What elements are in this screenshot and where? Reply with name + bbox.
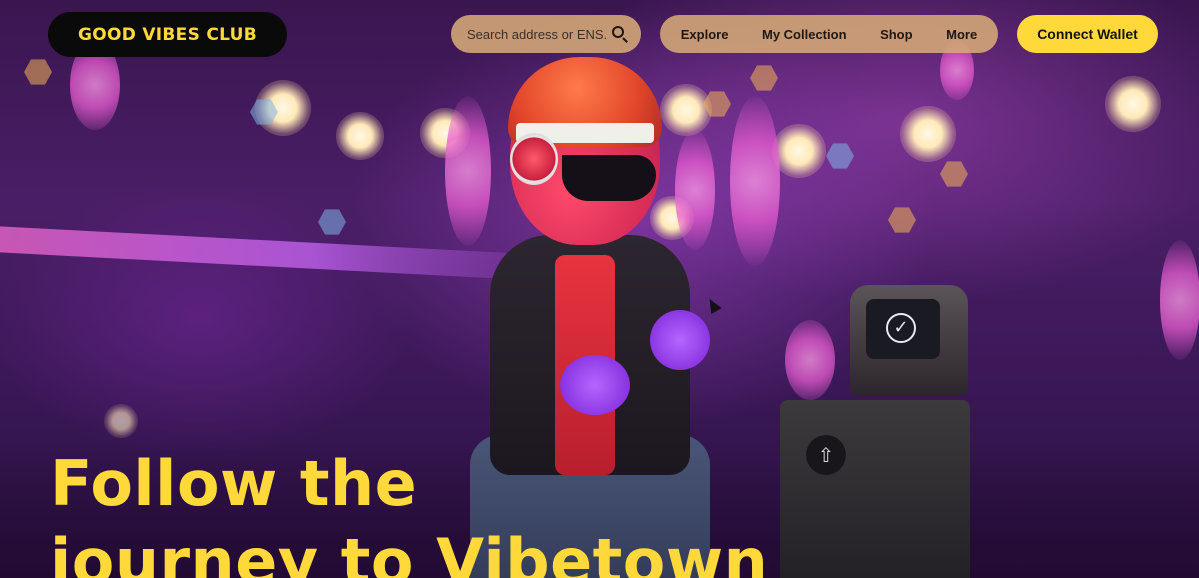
search-bar[interactable] bbox=[451, 15, 641, 53]
nav-my-collection[interactable]: My Collection bbox=[756, 27, 853, 42]
bokeh-light bbox=[772, 124, 826, 178]
main-nav: Explore My Collection Shop More bbox=[660, 15, 998, 53]
stage-rail bbox=[0, 226, 520, 280]
headphone-icon bbox=[510, 133, 558, 185]
checkmark-icon: ✓ bbox=[886, 313, 916, 343]
headline-line-1: Follow the bbox=[50, 447, 418, 520]
character-hand bbox=[560, 355, 630, 415]
site-logo[interactable]: GOOD VIBES CLUB bbox=[48, 12, 287, 57]
bokeh-light bbox=[1105, 76, 1161, 132]
bokeh-light bbox=[104, 404, 138, 438]
character-hand bbox=[650, 310, 710, 370]
nav-more[interactable]: More bbox=[940, 27, 983, 42]
bokeh-light bbox=[336, 112, 384, 160]
hexagon-decor bbox=[318, 209, 346, 235]
connect-wallet-button[interactable]: Connect Wallet bbox=[1017, 15, 1158, 53]
bokeh-light bbox=[1160, 240, 1199, 360]
hexagon-decor bbox=[940, 161, 968, 187]
headline-line-2: journey to Vibetown bbox=[50, 525, 769, 578]
search-icon[interactable] bbox=[611, 25, 629, 43]
character-sunglasses bbox=[562, 155, 656, 201]
hexagon-decor bbox=[750, 65, 778, 91]
hexagon-decor bbox=[826, 143, 854, 169]
hexagon-decor bbox=[888, 207, 916, 233]
nav-shop[interactable]: Shop bbox=[874, 27, 919, 42]
hero-headline: Follow the journey to Vibetown bbox=[50, 445, 1050, 578]
hexagon-decor bbox=[24, 59, 52, 85]
nav-explore[interactable]: Explore bbox=[675, 27, 735, 42]
bokeh-light bbox=[900, 106, 956, 162]
search-input[interactable] bbox=[467, 26, 607, 42]
